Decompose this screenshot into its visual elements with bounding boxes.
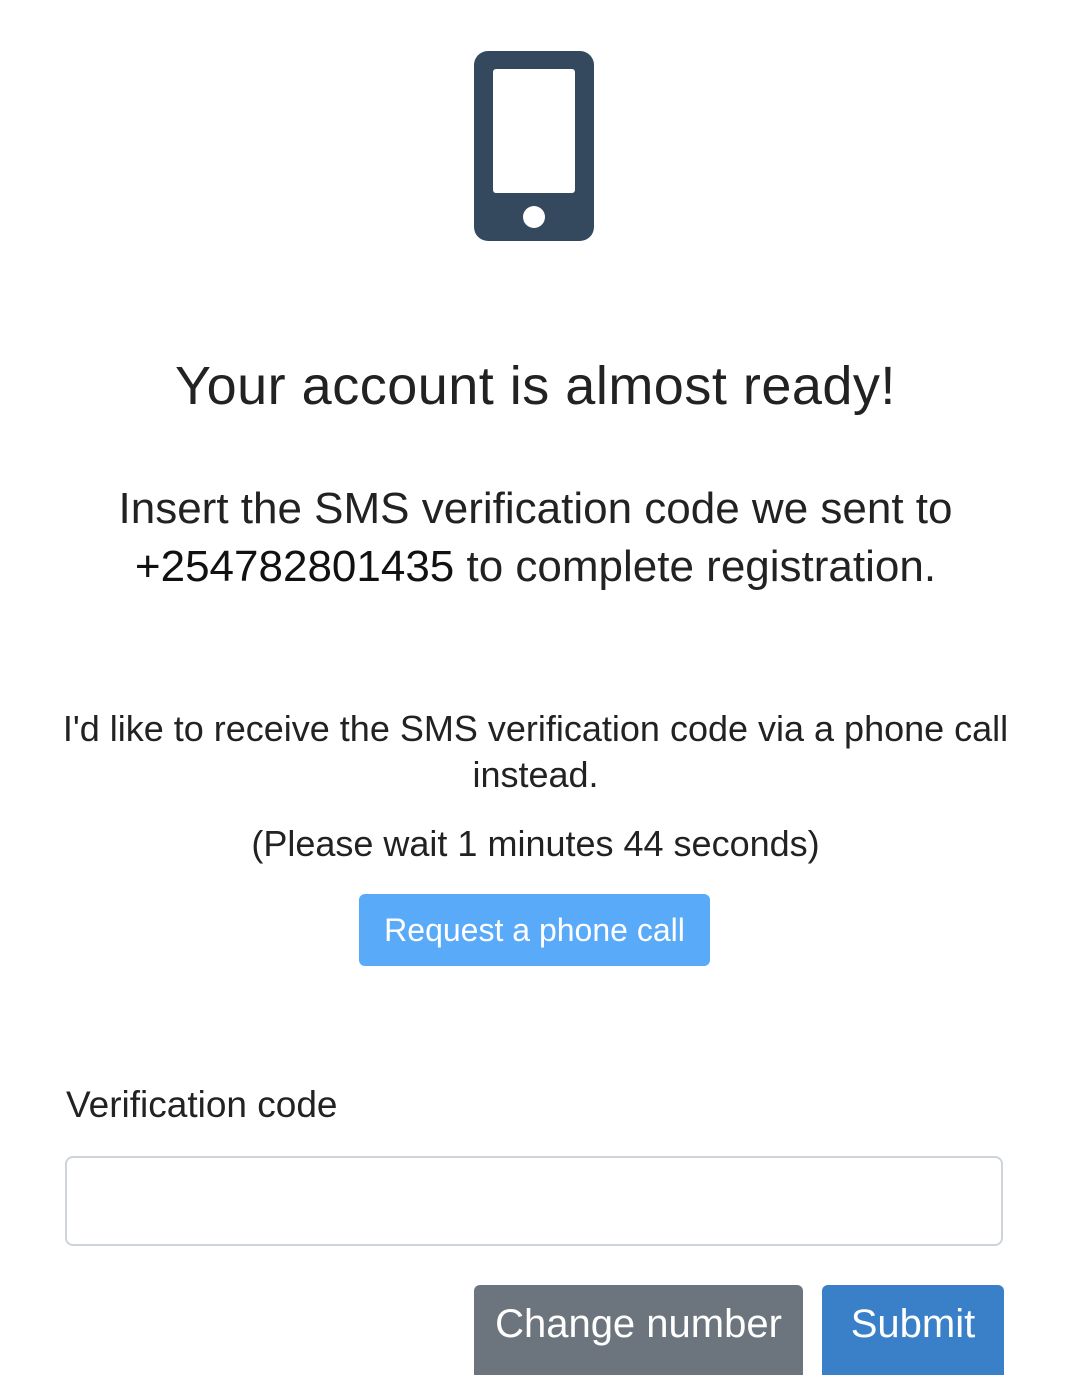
submit-button[interactable]: Submit: [822, 1285, 1004, 1375]
phone-call-option-text: I'd like to receive the SMS verification…: [62, 708, 1009, 795]
request-phone-call-button[interactable]: Request a phone call: [359, 894, 710, 966]
instructions-text-after: to complete registration.: [454, 542, 937, 591]
phone-number: +254782801435: [134, 542, 455, 591]
wait-countdown-text: (Please wait 1 minutes 44 seconds): [251, 823, 820, 864]
page-title: Your account is almost ready!: [175, 356, 896, 416]
change-number-button[interactable]: Change number: [474, 1285, 803, 1375]
instructions-text-before: Insert the SMS verification code we sent…: [118, 484, 953, 533]
verification-code-label: Verification code: [66, 1084, 338, 1125]
mobile-phone-icon: [474, 51, 594, 241]
verification-code-input[interactable]: [65, 1156, 1003, 1246]
sms-instructions: Insert the SMS verification code we sent…: [60, 480, 1011, 596]
